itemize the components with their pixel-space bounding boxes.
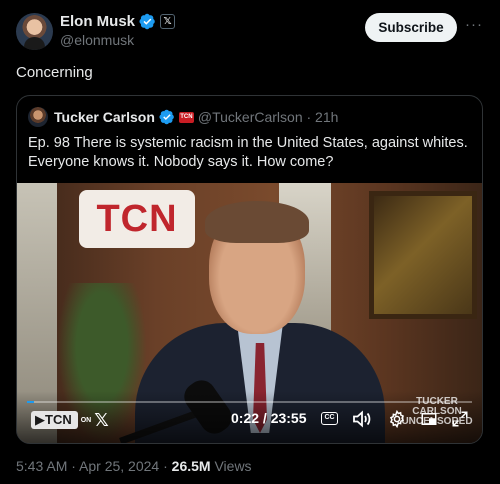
- view-count[interactable]: 26.5M: [172, 458, 211, 474]
- video-speaker-hair: [205, 201, 309, 243]
- affiliation-badge-icon: TCN: [178, 111, 194, 123]
- post-timestamp[interactable]: 5:43 AM · Apr 25, 2024 ·: [16, 458, 172, 474]
- fullscreen-icon[interactable]: [451, 410, 469, 428]
- captions-icon[interactable]: CC: [321, 412, 338, 425]
- video-tcn-sign: TCN: [79, 190, 195, 248]
- post-meta: 5:43 AM · Apr 25, 2024 · 26.5M Views: [16, 458, 252, 474]
- author-name[interactable]: Elon Musk: [60, 13, 135, 30]
- volume-icon[interactable]: [352, 410, 372, 428]
- post: Elon Musk 𝕏 @elonmusk Subscribe ··· Conc…: [0, 0, 500, 484]
- video-brand: ▶TCN ON 𝕏: [31, 410, 109, 430]
- video-painting: [369, 191, 477, 319]
- quoted-author-avatar[interactable]: [28, 107, 48, 127]
- quoted-post[interactable]: Tucker Carlson TCN @TuckerCarlson · 21h …: [16, 95, 483, 444]
- quoted-author-name[interactable]: Tucker Carlson: [54, 109, 155, 125]
- author-handle[interactable]: @elonmusk: [60, 32, 134, 48]
- on-label: ON: [80, 416, 92, 424]
- video-time: 0:22 / 23:55: [231, 410, 307, 426]
- author-avatar[interactable]: [16, 13, 53, 50]
- quoted-author-handle-time[interactable]: @TuckerCarlson · 21h: [198, 109, 339, 125]
- tcn-play-logo: ▶TCN: [31, 411, 78, 429]
- author-name-row: Elon Musk 𝕏: [60, 13, 176, 30]
- quoted-post-header: Tucker Carlson TCN @TuckerCarlson · 21h: [28, 107, 338, 127]
- verified-badge-icon: [159, 109, 174, 125]
- post-text: Concerning: [16, 64, 93, 81]
- more-options-icon[interactable]: ···: [465, 16, 483, 33]
- verified-badge-icon[interactable]: [139, 13, 156, 30]
- quoted-post-text: Ep. 98 There is systemic racism in the U…: [28, 135, 468, 170]
- settings-gear-icon[interactable]: [388, 410, 406, 428]
- affiliate-x-icon[interactable]: 𝕏: [160, 14, 176, 29]
- x-logo-icon: 𝕏: [94, 410, 109, 430]
- video-player[interactable]: TCN TUCKER CARLSON UNCENSORED ▶TCN ON 𝕏 …: [17, 183, 482, 443]
- video-progress-fill: [27, 401, 34, 403]
- subscribe-button[interactable]: Subscribe: [365, 13, 457, 42]
- views-label: Views: [210, 458, 252, 474]
- picture-in-picture-icon[interactable]: [420, 410, 438, 428]
